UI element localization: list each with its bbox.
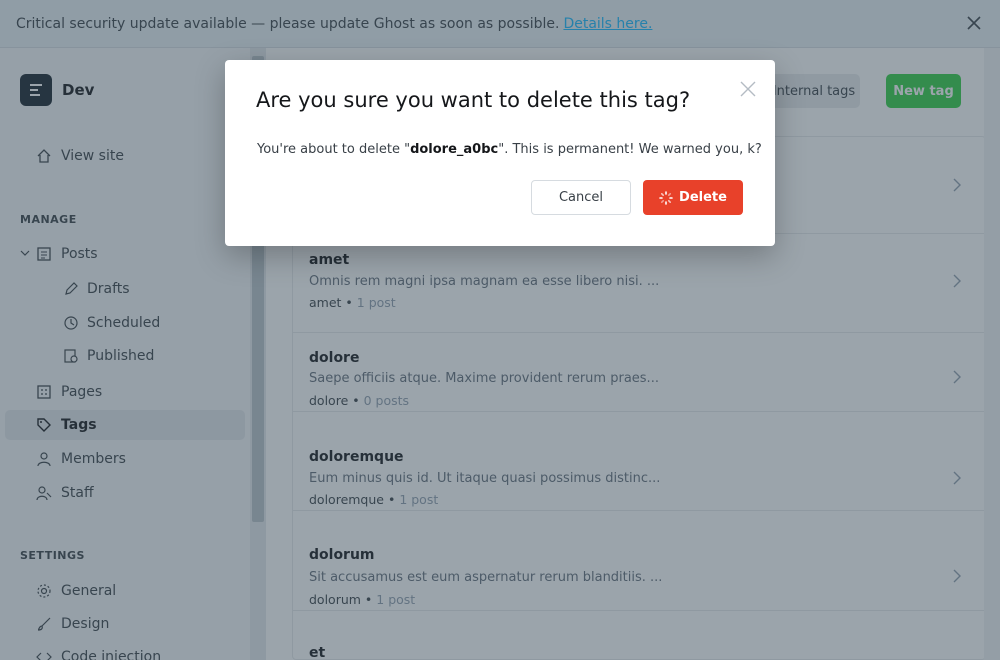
- modal-close-icon[interactable]: [739, 80, 757, 98]
- delete-button[interactable]: Delete: [643, 180, 743, 215]
- cancel-button[interactable]: Cancel: [531, 180, 631, 215]
- delete-tag-modal: Are you sure you want to delete this tag…: [225, 60, 775, 246]
- modal-body-prefix: You're about to delete ": [257, 142, 411, 157]
- modal-body-suffix: ". This is permanent! We warned you, k?: [498, 142, 762, 157]
- spinner-icon: [659, 190, 673, 205]
- modal-body: You're about to delete "dolore_a0bc". Th…: [257, 142, 762, 157]
- delete-button-label: Delete: [679, 190, 727, 205]
- modal-tag-name: dolore_a0bc: [410, 142, 499, 157]
- modal-title: Are you sure you want to delete this tag…: [256, 88, 691, 112]
